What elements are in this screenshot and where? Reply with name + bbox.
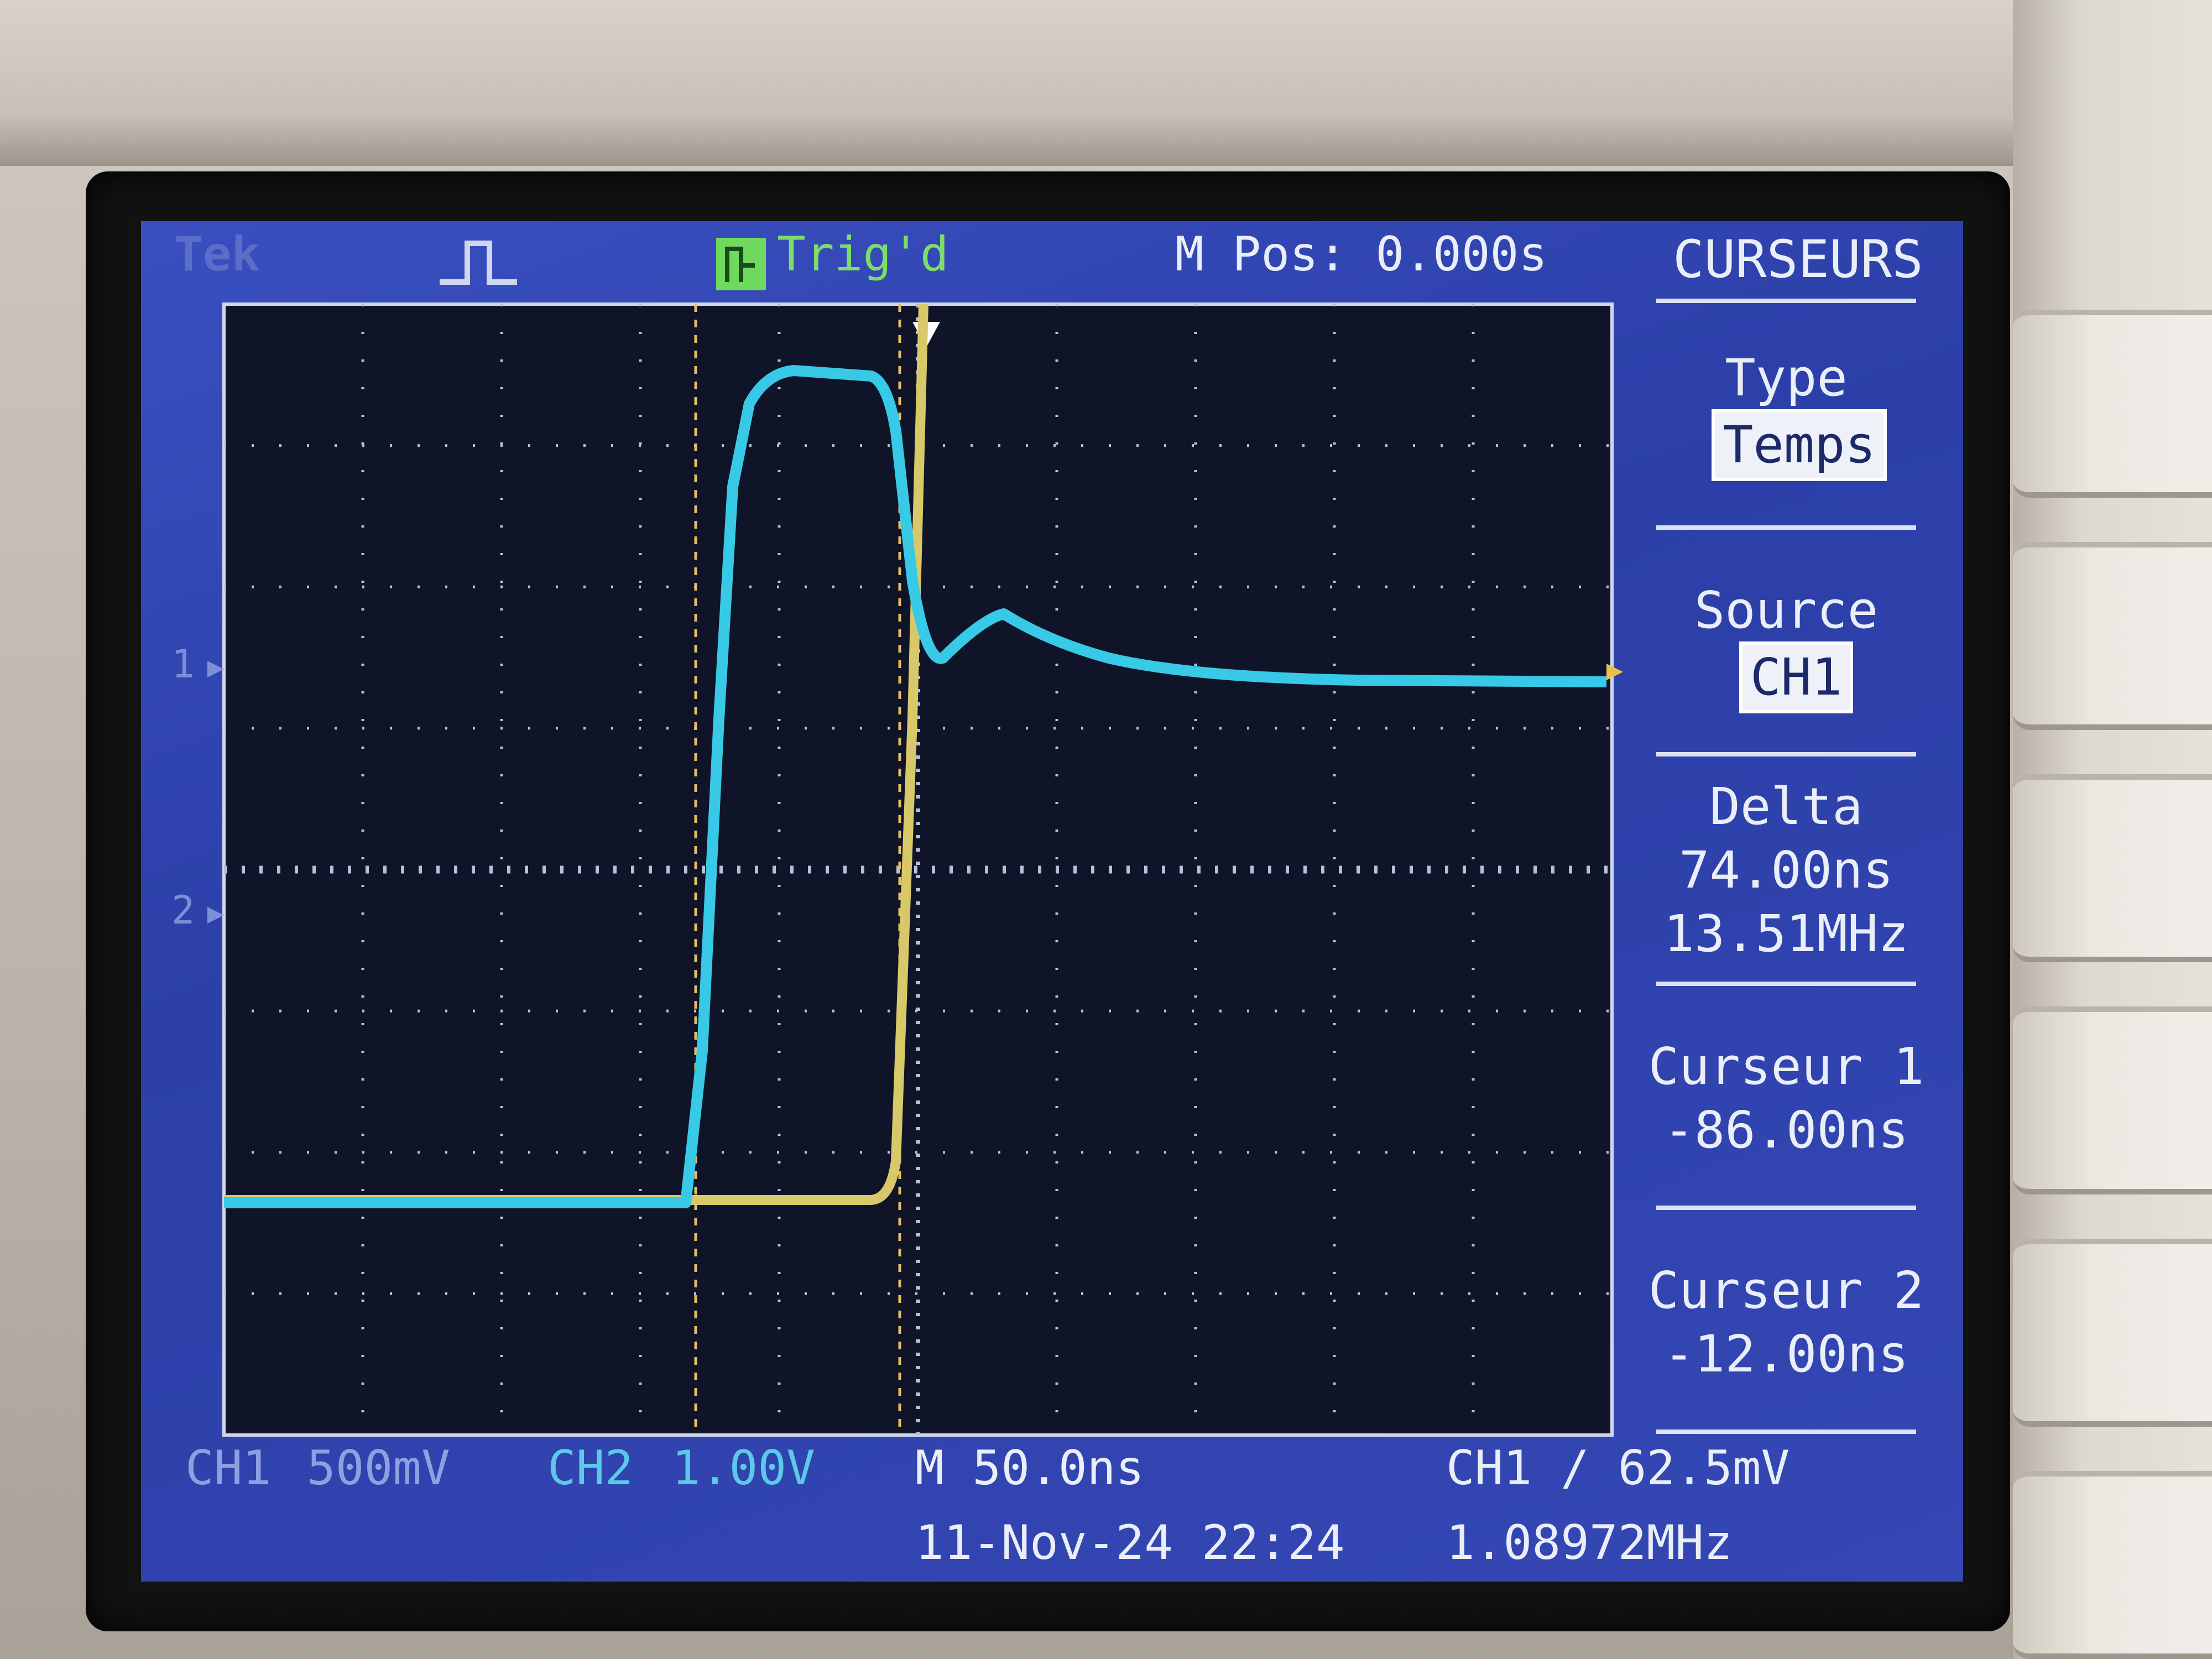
menu-button-4[interactable] bbox=[2013, 1006, 2212, 1194]
ch1-label: CH1 bbox=[185, 1441, 272, 1496]
trigger-readout: CH1 / 62.5mV bbox=[1446, 1441, 1790, 1496]
menu-separator bbox=[1656, 1206, 1916, 1210]
menu-button-5[interactable] bbox=[2013, 1239, 2212, 1427]
instrument-bezel-top bbox=[0, 0, 2212, 166]
menu-button-6[interactable] bbox=[2013, 1471, 2212, 1659]
pulse-waveform-icon bbox=[440, 241, 517, 285]
trigger-status-icon bbox=[716, 238, 766, 290]
menu-separator bbox=[1656, 525, 1916, 530]
menu-button-3[interactable] bbox=[2013, 774, 2212, 962]
oscilloscope-screen: Tek Trig'd M Pos: 0.000s 1 2 CURSEURS Ty… bbox=[141, 221, 1963, 1582]
source-label: Source bbox=[1694, 581, 1879, 640]
type-label: Type bbox=[1725, 348, 1848, 408]
cursor-2-value: -12.00ns bbox=[1663, 1324, 1909, 1384]
trigger-level-marker bbox=[1606, 664, 1623, 680]
menu-separator bbox=[1656, 752, 1916, 757]
source-value-box[interactable]: CH1 bbox=[1739, 641, 1854, 713]
ch2-marker-label: 2 bbox=[171, 888, 195, 933]
cursor-1-value: -86.00ns bbox=[1663, 1100, 1909, 1160]
timebase-readout: M 50.0ns bbox=[915, 1441, 1145, 1496]
cursor-2-label: Curseur 2 bbox=[1648, 1261, 1924, 1320]
menu-button-1[interactable] bbox=[2013, 310, 2212, 498]
ch2-ground-marker bbox=[207, 907, 224, 924]
delta-time-value: 74.00ns bbox=[1679, 841, 1893, 900]
menu-separator bbox=[1656, 982, 1916, 986]
ch1-scale: 500mV bbox=[307, 1441, 450, 1496]
ch1-ground-marker bbox=[207, 661, 224, 677]
menu-title: CURSEURS bbox=[1673, 229, 1923, 290]
ch1-marker-label: 1 bbox=[171, 641, 195, 687]
ch2-scale: 1.00V bbox=[672, 1441, 815, 1496]
type-value-box[interactable]: Temps bbox=[1712, 409, 1887, 481]
delta-frequency-value: 13.51MHz bbox=[1663, 904, 1909, 963]
menu-separator bbox=[1656, 1430, 1916, 1434]
ch2-label: CH2 bbox=[547, 1441, 634, 1496]
frequency-readout: 1.08972MHz bbox=[1446, 1515, 1733, 1571]
date-time: 11-Nov-24 22:24 bbox=[915, 1515, 1345, 1571]
main-position-readout: M Pos: 0.000s bbox=[1175, 227, 1548, 282]
delta-label: Delta bbox=[1709, 777, 1863, 836]
cursor-1-label: Curseur 1 bbox=[1648, 1037, 1924, 1096]
trigger-state-label: Trig'd bbox=[777, 227, 949, 282]
menu-separator bbox=[1656, 299, 1916, 303]
menu-button-2[interactable] bbox=[2013, 542, 2212, 730]
